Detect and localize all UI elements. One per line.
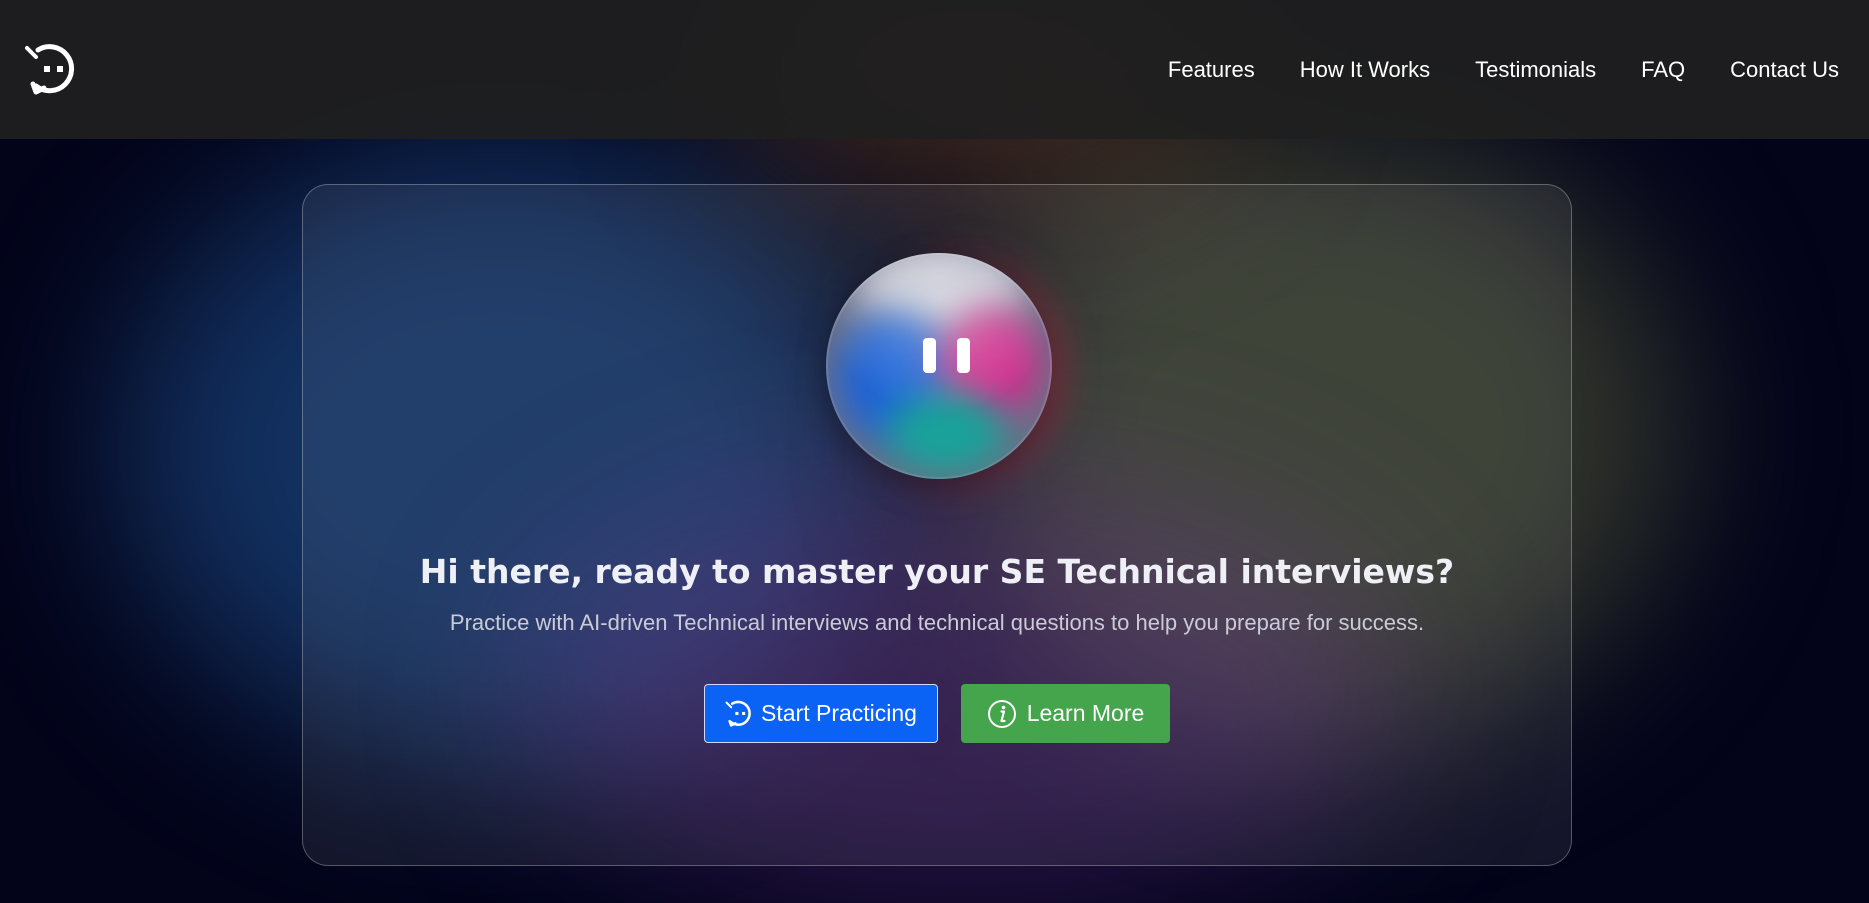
site-header: Features How It Works Testimonials FAQ C… [0, 0, 1869, 139]
orb-eye-left [923, 338, 936, 373]
hero-actions: Start Practicing Learn More [303, 684, 1571, 743]
orb-eye-right [957, 338, 970, 373]
hero-title: Hi there, ready to master your SE Techni… [419, 552, 1455, 591]
nav-link-testimonials[interactable]: Testimonials [1475, 57, 1596, 83]
nav-link-faq[interactable]: FAQ [1641, 57, 1685, 83]
start-practicing-label: Start Practicing [761, 700, 917, 726]
nav-link-how-it-works[interactable]: How It Works [1300, 57, 1430, 83]
nav-link-contact-us[interactable]: Contact Us [1730, 57, 1839, 83]
orb-body [826, 253, 1052, 479]
ai-orb-avatar [806, 233, 1072, 499]
hero-card: Hi there, ready to master your SE Techni… [302, 184, 1572, 866]
hero-subtitle: Practice with AI-driven Technical interv… [449, 610, 1425, 635]
page: Features How It Works Testimonials FAQ C… [0, 0, 1869, 903]
robot-chat-logo-icon[interactable] [24, 43, 82, 96]
robot-chat-icon [725, 700, 751, 727]
start-practicing-button[interactable]: Start Practicing [704, 684, 938, 743]
learn-more-button[interactable]: Learn More [961, 684, 1170, 743]
nav-link-features[interactable]: Features [1168, 57, 1255, 83]
main-nav: Features How It Works Testimonials FAQ C… [1123, 57, 1839, 83]
info-circle-icon [987, 699, 1016, 728]
learn-more-label: Learn More [1026, 700, 1145, 726]
